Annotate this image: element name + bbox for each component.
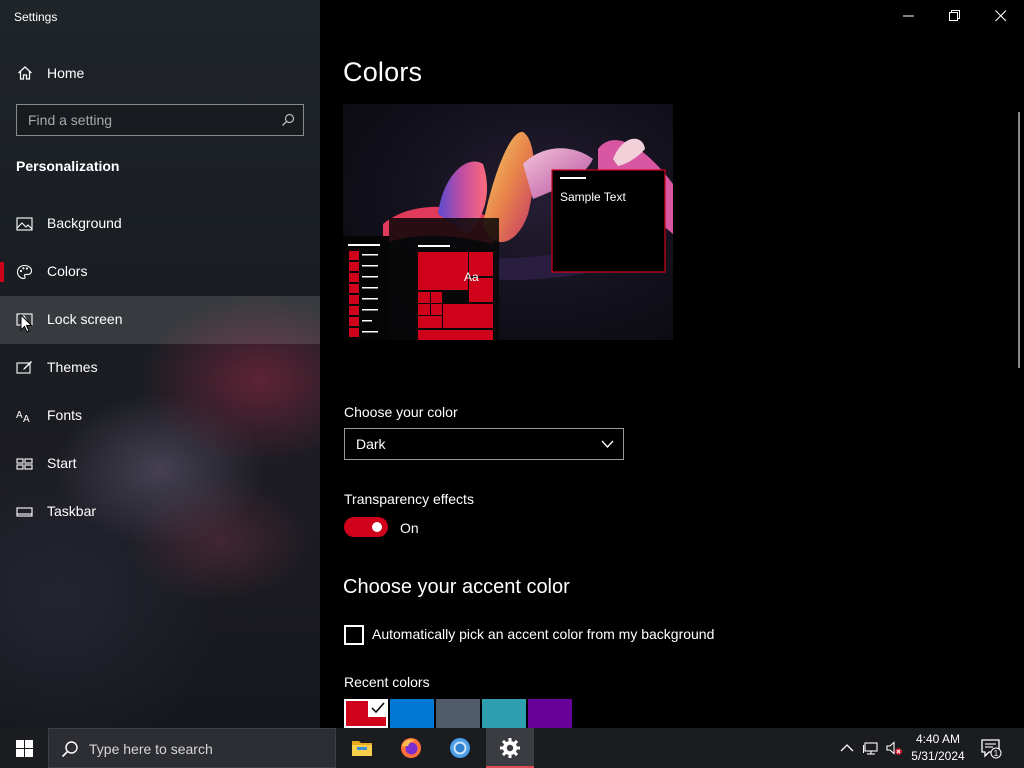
sidebar-item-start[interactable]: Start: [0, 440, 320, 488]
colors-page: Colors Aa Sample Text Choose your color …: [320, 0, 1024, 728]
clock-time: 4:40 AM: [915, 732, 961, 746]
transparency-toggle[interactable]: [344, 517, 388, 537]
find-setting-placeholder: Find a setting: [28, 112, 113, 128]
auto-accent-label: Automatically pick an accent color from …: [372, 626, 715, 642]
taskbar-file-explorer[interactable]: [338, 728, 386, 768]
transparency-label: Transparency effects: [344, 491, 474, 507]
taskbar: Type here to search 4:40 AM 5/31/2024 1: [0, 728, 1024, 768]
taskbar-clock[interactable]: 4:40 AM 5/31/2024: [906, 731, 970, 765]
selection-marker: [0, 262, 4, 282]
sidebar-item-background[interactable]: Background: [0, 200, 320, 248]
mouse-cursor-icon: [20, 314, 33, 333]
settings-sidebar: Settings Home Find a setting Personaliza…: [0, 0, 320, 728]
chrome-icon: [450, 738, 470, 758]
scrollbar-thumb[interactable]: [1018, 112, 1020, 368]
choose-color-label: Choose your color: [344, 404, 458, 420]
file-explorer-icon: [352, 741, 372, 756]
preview-tile-text: Aa: [464, 270, 479, 284]
sidebar-item-label: Lock screen: [47, 311, 123, 327]
palette-icon: [16, 264, 33, 280]
sidebar-item-label: Background: [47, 215, 122, 231]
close-button[interactable]: [978, 0, 1024, 32]
volume-muted-icon[interactable]: [886, 740, 902, 756]
preview-layout: [343, 169, 666, 340]
sidebar-item-label: Colors: [47, 263, 88, 279]
windows-logo-icon: [16, 740, 33, 757]
transparency-state: On: [400, 520, 419, 536]
firefox-icon: [401, 738, 421, 758]
recent-colors-swatches: [344, 699, 572, 728]
notification-count: 1: [994, 749, 999, 758]
taskbar-search-box[interactable]: Type here to search: [48, 728, 336, 768]
restore-button[interactable]: [932, 0, 978, 32]
recent-color-swatch[interactable]: [436, 699, 480, 728]
choose-color-value: Dark: [356, 436, 386, 452]
taskbar-search-placeholder: Type here to search: [89, 741, 213, 757]
search-icon: [61, 741, 78, 758]
svg-text:A: A: [16, 410, 23, 421]
recent-color-swatch[interactable]: [390, 699, 434, 728]
network-icon[interactable]: [863, 740, 879, 756]
theme-preview: Aa Sample Text: [343, 104, 673, 340]
sidebar-item-label: Taskbar: [47, 503, 97, 519]
sidebar-item-lock-screen[interactable]: Lock screen: [0, 296, 320, 344]
search-icon: [282, 113, 295, 126]
minimize-button[interactable]: [886, 0, 932, 32]
settings-icon: [500, 738, 520, 758]
taskbar-firefox[interactable]: [387, 728, 435, 768]
taskbar-chrome[interactable]: [436, 728, 484, 768]
sidebar-item-fonts[interactable]: A A Fonts: [0, 392, 320, 440]
auto-accent-checkbox[interactable]: [344, 625, 364, 645]
chevron-down-icon: [601, 440, 614, 448]
close-icon: [995, 10, 1007, 22]
taskbar-icon: [16, 507, 33, 517]
recent-color-swatch[interactable]: [344, 699, 388, 728]
accent-color-heading: Choose your accent color: [343, 576, 570, 598]
page-title: Colors: [343, 57, 423, 87]
sidebar-item-label: Fonts: [47, 407, 83, 423]
minimize-icon: [903, 15, 914, 17]
sidebar-item-taskbar[interactable]: Taskbar: [0, 488, 320, 536]
svg-text:A: A: [23, 414, 30, 424]
recent-color-swatch[interactable]: [482, 699, 526, 728]
window-title: Settings: [14, 10, 58, 24]
sidebar-item-label: Start: [47, 455, 77, 471]
restore-icon: [949, 10, 960, 21]
toggle-knob: [372, 522, 382, 532]
action-center-icon[interactable]: 1: [980, 737, 1002, 759]
section-heading: Personalization: [16, 158, 120, 174]
preview-sample-text: Sample Text: [560, 190, 626, 204]
recent-color-swatch[interactable]: [528, 699, 572, 728]
brush-icon: [16, 361, 32, 374]
checkmark-icon: [368, 699, 388, 717]
sidebar-item-colors[interactable]: Colors: [0, 248, 320, 296]
start-button[interactable]: [0, 728, 48, 768]
start-icon: [16, 458, 33, 470]
sidebar-item-themes[interactable]: Themes: [0, 344, 320, 392]
chevron-up-icon[interactable]: [839, 740, 855, 756]
choose-color-dropdown[interactable]: Dark: [344, 428, 624, 460]
home-icon: [18, 66, 32, 80]
clock-date: 5/31/2024: [911, 749, 965, 763]
taskbar-settings[interactable]: [486, 728, 534, 768]
recent-colors-label: Recent colors: [344, 674, 430, 690]
find-setting-input[interactable]: Find a setting: [16, 104, 304, 136]
home-label: Home: [47, 65, 85, 81]
sidebar-item-label: Themes: [47, 359, 98, 375]
fonts-icon: A A: [16, 410, 30, 424]
home-link[interactable]: Home: [0, 56, 320, 90]
picture-icon: [16, 217, 33, 231]
